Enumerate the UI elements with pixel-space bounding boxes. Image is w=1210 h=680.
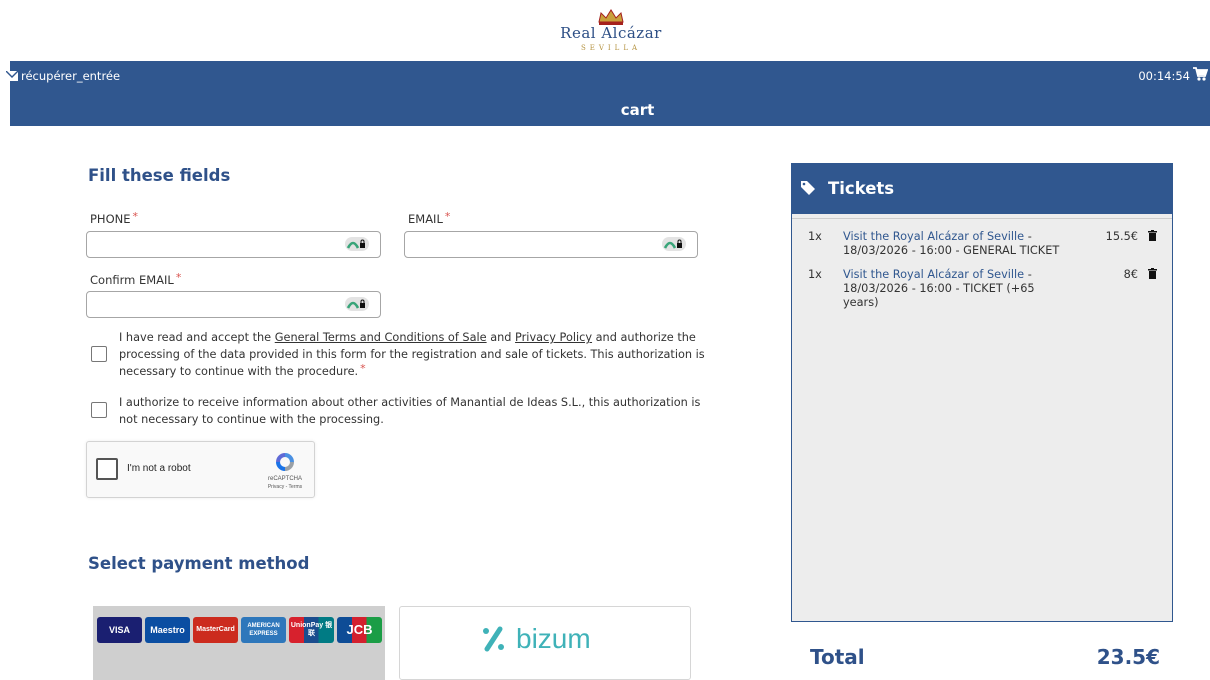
terms-text-part: and <box>486 331 516 344</box>
password-manager-icon[interactable] <box>662 237 686 251</box>
session-timer: 00:14:54 <box>1138 69 1190 83</box>
bizum-payment-option[interactable]: bizum <box>399 606 691 680</box>
cart-icon[interactable] <box>1192 66 1208 82</box>
recaptcha-brand: reCAPTCHA <box>267 476 302 482</box>
phone-input[interactable] <box>86 231 381 258</box>
form-title: Fill these fields <box>88 166 231 185</box>
confirm-email-label-text: Confirm EMAIL <box>90 273 174 287</box>
ticket-qty: 1x <box>808 230 822 243</box>
email-label-text: EMAIL <box>408 212 443 226</box>
terms-text: I have read and accept the General Terms… <box>119 329 709 380</box>
terms-conditions-link[interactable]: General Terms and Conditions of Sale <box>275 331 487 344</box>
recaptcha-checkbox[interactable] <box>96 458 118 480</box>
divider <box>792 218 1172 219</box>
password-manager-icon[interactable] <box>345 297 369 311</box>
phone-label-text: PHONE <box>90 212 131 226</box>
recaptcha-links[interactable]: Privacy - Terms <box>255 484 315 490</box>
confirm-email-label: Confirm EMAIL * <box>90 271 182 287</box>
privacy-policy-link[interactable]: Privacy Policy <box>515 331 592 344</box>
terms-checkbox[interactable] <box>91 346 107 362</box>
envelope-icon <box>6 71 18 81</box>
trash-icon[interactable] <box>1148 268 1157 279</box>
site-logo[interactable]: Real Alcázar SEVILLA <box>0 0 1210 60</box>
mastercard-logo: MasterCard <box>193 617 238 643</box>
email-input[interactable] <box>404 231 698 258</box>
required-mark: * <box>444 210 451 223</box>
required-mark: * <box>175 271 182 284</box>
required-mark: * <box>132 210 139 223</box>
top-bar: récupérer_entrée 00:14:54 cart <box>6 61 1210 126</box>
page-title: cart <box>620 101 655 119</box>
recaptcha-label: I'm not a robot <box>127 463 191 474</box>
total-label: Total <box>810 645 865 669</box>
email-label: EMAIL * <box>408 210 451 226</box>
ticket-name-link[interactable]: Visit the Royal Alcázar of Seville <box>843 268 1024 281</box>
amex-logo: AMERICAN EXPRESS <box>241 617 286 643</box>
ticket-qty: 1x <box>808 268 822 281</box>
tickets-header: Tickets <box>792 164 1172 214</box>
ticket-description: Visit the Royal Alcázar of Seville - 18/… <box>843 268 1063 310</box>
retrieve-label: récupérer_entrée <box>21 69 121 83</box>
terms-text-part: I have read and accept the <box>119 331 275 344</box>
recaptcha-icon <box>276 453 294 471</box>
logo-city: SEVILLA <box>580 44 642 52</box>
tickets-title: Tickets <box>828 179 895 198</box>
unionpay-logo: UnionPay 银联 <box>289 617 334 643</box>
ticket-name-link[interactable]: Visit the Royal Alcázar of Seville <box>843 230 1024 243</box>
tickets-panel: Tickets 1x Visit the Royal Alcázar of Se… <box>791 163 1173 622</box>
bizum-icon <box>483 626 504 652</box>
jcb-logo: JCB <box>337 617 382 643</box>
password-manager-icon[interactable] <box>345 237 369 251</box>
ticket-price: 15.5€ <box>1105 230 1138 243</box>
maestro-logo: Maestro <box>145 617 190 643</box>
tag-icon <box>801 181 815 195</box>
ticket-price: 8€ <box>1123 268 1138 281</box>
total-value: 23.5€ <box>1096 645 1160 669</box>
confirm-email-input[interactable] <box>86 291 381 318</box>
required-mark: * <box>360 362 366 375</box>
marketing-checkbox[interactable] <box>91 402 107 418</box>
card-payment-option[interactable]: VISA Maestro MasterCard AMERICAN EXPRESS… <box>93 606 385 680</box>
payment-title: Select payment method <box>88 554 310 573</box>
recaptcha-widget: I'm not a robot reCAPTCHA Privacy - Term… <box>86 441 315 498</box>
retrieve-ticket-link[interactable]: récupérer_entrée <box>6 69 120 83</box>
phone-label: PHONE * <box>90 210 139 226</box>
marketing-text: I authorize to receive information about… <box>119 396 701 426</box>
logo-name: Real Alcázar <box>560 24 662 42</box>
trash-icon[interactable] <box>1148 230 1157 241</box>
ticket-description: Visit the Royal Alcázar of Seville - 18/… <box>843 230 1063 258</box>
visa-logo: VISA <box>97 617 142 643</box>
bizum-label: bizum <box>516 623 591 654</box>
